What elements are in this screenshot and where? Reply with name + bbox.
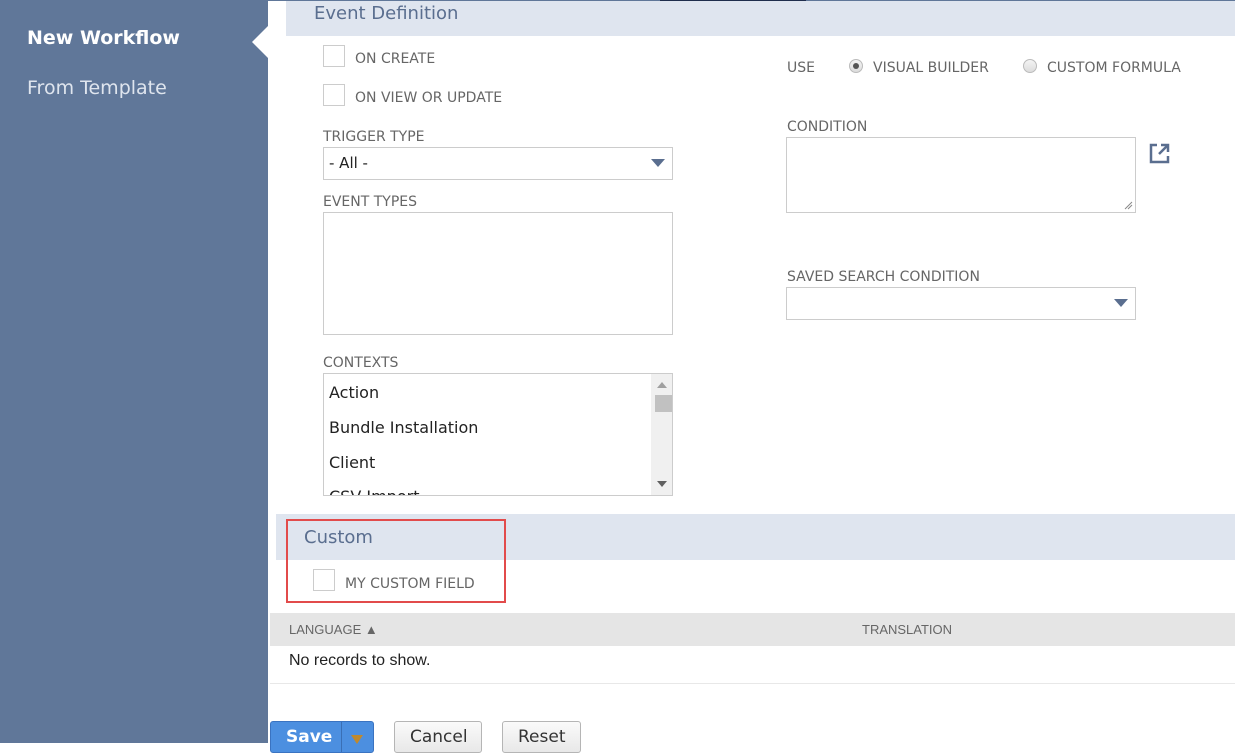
resize-handle-icon[interactable]: [1124, 201, 1133, 210]
trigger-type-value: - All -: [329, 154, 368, 172]
contexts-option-client[interactable]: Client: [329, 453, 375, 472]
event-types-label: EVENT TYPES: [323, 194, 418, 210]
custom-formula-label: CUSTOM FORMULA: [1047, 60, 1181, 76]
on-create-label: ON CREATE: [355, 51, 436, 67]
external-link-icon[interactable]: [1149, 143, 1170, 164]
condition-textarea[interactable]: [786, 137, 1136, 213]
section-title: Event Definition: [314, 3, 459, 24]
event-definition-header: Event Definition: [286, 1, 1235, 36]
dropdown-arrow-icon: [1114, 299, 1128, 307]
saved-search-condition-label: SAVED SEARCH CONDITION: [787, 269, 980, 285]
contexts-option-csv-import[interactable]: CSV Import: [329, 487, 419, 495]
save-button[interactable]: Save: [270, 721, 374, 753]
trigger-type-select[interactable]: - All -: [323, 147, 673, 180]
translation-table-body: No records to show.: [270, 646, 1235, 684]
sidebar-item-from-template[interactable]: From Template: [27, 77, 167, 99]
dropdown-arrow-icon: [651, 159, 665, 167]
save-split-divider: [341, 722, 342, 752]
highlight-box: [286, 519, 506, 603]
event-types-list[interactable]: [323, 212, 673, 335]
column-header-translation[interactable]: TRANSLATION: [862, 622, 952, 637]
reset-button[interactable]: Reset: [502, 721, 581, 753]
contexts-list[interactable]: Action Bundle Installation Client CSV Im…: [323, 373, 673, 496]
scroll-thumb[interactable]: [655, 395, 672, 412]
reset-button-label: Reset: [518, 727, 566, 747]
on-view-or-update-checkbox[interactable]: [323, 84, 345, 106]
sidebar-item-new-workflow[interactable]: New Workflow: [27, 27, 180, 49]
condition-label: CONDITION: [787, 119, 868, 135]
active-item-pointer: [252, 26, 268, 58]
sidebar: New Workflow From Template: [0, 0, 268, 743]
scroll-up-arrow-icon[interactable]: [657, 382, 667, 388]
save-button-label: Save: [286, 727, 333, 747]
contexts-scrollbar[interactable]: [651, 374, 672, 495]
visual-builder-radio[interactable]: [849, 59, 863, 73]
on-create-checkbox[interactable]: [323, 45, 345, 67]
translation-table-header: LANGUAGE ▲ TRANSLATION: [270, 613, 1235, 646]
scroll-down-arrow-icon[interactable]: [657, 481, 667, 487]
column-header-language[interactable]: LANGUAGE ▲: [289, 622, 378, 637]
empty-message: No records to show.: [289, 652, 431, 669]
cancel-button-label: Cancel: [410, 727, 468, 747]
saved-search-condition-select[interactable]: [786, 287, 1136, 320]
contexts-option-bundle-installation[interactable]: Bundle Installation: [329, 418, 478, 437]
cancel-button[interactable]: Cancel: [394, 721, 482, 753]
custom-formula-radio[interactable]: [1023, 59, 1037, 73]
trigger-type-label: TRIGGER TYPE: [323, 129, 425, 145]
on-view-or-update-label: ON VIEW OR UPDATE: [355, 90, 503, 106]
contexts-option-action[interactable]: Action: [329, 383, 379, 402]
visual-builder-label: VISUAL BUILDER: [873, 60, 989, 76]
contexts-label: CONTEXTS: [323, 355, 399, 371]
use-label: USE: [787, 60, 815, 76]
